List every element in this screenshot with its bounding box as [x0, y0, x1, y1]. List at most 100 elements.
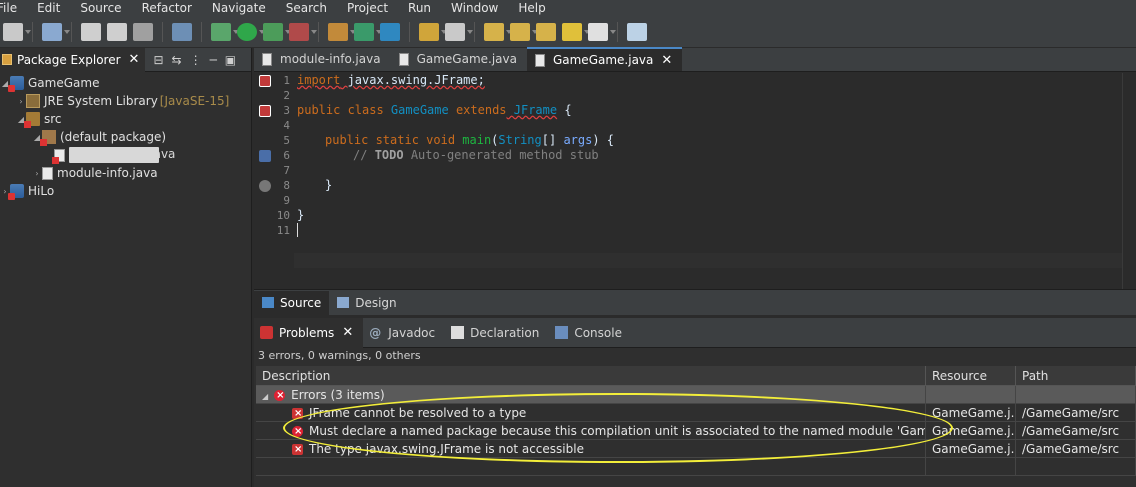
- tree-node-jre[interactable]: › JRE System Library [JavaSE-15]: [0, 92, 251, 110]
- menu-bar: File Edit Source Refactor Navigate Searc…: [0, 0, 1136, 16]
- column-description[interactable]: Description: [256, 366, 926, 385]
- group-cell: ◢ Errors (3 items): [256, 386, 926, 403]
- menu-edit[interactable]: Edit: [27, 0, 70, 16]
- coverage-icon[interactable]: [289, 22, 317, 41]
- description-text: JFrame cannot be resolved to a type: [309, 406, 527, 420]
- error-icon: [292, 441, 303, 457]
- menu-navigate[interactable]: Navigate: [202, 0, 276, 16]
- errors-group-row[interactable]: ◢ Errors (3 items): [256, 386, 1136, 404]
- table-row[interactable]: Must declare a named package because thi…: [256, 422, 1136, 440]
- save-icon[interactable]: [81, 22, 101, 41]
- save-all-icon[interactable]: [107, 22, 127, 41]
- line-number: 10: [276, 209, 290, 222]
- editor-tabbar: module-info.java GameGame.java GameGame.…: [254, 47, 1136, 72]
- table-row[interactable]: JFrame cannot be resolved to a type Game…: [256, 404, 1136, 422]
- menu-project[interactable]: Project: [337, 0, 398, 16]
- cell-path: /GameGame/src: [1016, 422, 1136, 439]
- tab-source[interactable]: Source: [254, 290, 330, 315]
- tree-node-hilo[interactable]: › HiLo: [0, 182, 251, 200]
- editor-tab-gamegame-2[interactable]: GameGame.java ✕: [526, 47, 683, 71]
- description-text: The type javax.swing.JFrame is not acces…: [309, 442, 584, 456]
- source-icon: [262, 297, 274, 308]
- run-icon[interactable]: [237, 22, 265, 41]
- next-annotation-icon[interactable]: [484, 22, 512, 41]
- close-icon[interactable]: ✕: [129, 52, 140, 67]
- menu-source[interactable]: Source: [70, 0, 131, 16]
- menu-file[interactable]: File: [0, 0, 27, 16]
- line-number: 3: [283, 104, 290, 117]
- editor-text-area[interactable]: 1 2 3 4 5 6 7 8 9 10 11 import javax.swi…: [254, 73, 1122, 314]
- open-type-icon[interactable]: [419, 22, 447, 41]
- project-tree: ◢ GameGame › JRE System Library [JavaSE-…: [0, 72, 251, 200]
- tab-design[interactable]: Design: [329, 291, 404, 315]
- cell-description: The type javax.swing.JFrame is not acces…: [256, 440, 926, 457]
- menu-window[interactable]: Window: [441, 0, 508, 16]
- new-project-icon[interactable]: [42, 22, 70, 41]
- tree-node-gamegame-java[interactable]: GameGame.java: [0, 146, 251, 164]
- collapsed-icon[interactable]: ›: [32, 169, 42, 178]
- tab-javadoc-label: Javadoc: [388, 325, 436, 340]
- menu-help[interactable]: Help: [508, 0, 555, 16]
- tab-problems[interactable]: Problems ✕: [254, 317, 364, 348]
- tree-node-default-package[interactable]: ◢ (default package): [0, 128, 251, 146]
- tree-node-gamegame[interactable]: ◢ GameGame: [0, 74, 251, 92]
- collapsed-icon[interactable]: ›: [16, 97, 26, 106]
- column-path[interactable]: Path: [1016, 366, 1136, 385]
- column-resource[interactable]: Resource: [926, 366, 1016, 385]
- error-icon: [292, 423, 303, 439]
- line-number: 5: [283, 134, 290, 147]
- editor-tab-gamegame-1[interactable]: GameGame.java: [391, 47, 527, 71]
- previous-annotation-icon[interactable]: [510, 22, 538, 41]
- link-with-editor-icon[interactable]: ⇆: [172, 53, 182, 67]
- expanded-icon[interactable]: ◢: [262, 392, 268, 401]
- view-menu-icon[interactable]: ⋮: [190, 53, 202, 67]
- package-explorer-tab[interactable]: Package Explorer ✕: [0, 47, 146, 72]
- minimize-icon[interactable]: ─: [210, 53, 217, 67]
- maximize-icon[interactable]: ▣: [225, 53, 236, 67]
- search-icon[interactable]: [445, 22, 473, 41]
- empty-cell: [1016, 458, 1136, 475]
- close-icon[interactable]: ✕: [661, 53, 672, 68]
- tree-node-src[interactable]: ◢ src: [0, 110, 251, 128]
- cell-resource: GameGame.j...: [926, 440, 1016, 457]
- comment: //: [353, 148, 375, 162]
- table-row[interactable]: The type javax.swing.JFrame is not acces…: [256, 440, 1136, 458]
- keyword: public static void: [325, 133, 456, 147]
- toolbar-separator: [201, 21, 202, 42]
- problems-summary: 3 errors, 0 warnings, 0 others: [258, 349, 421, 362]
- new-icon[interactable]: [3, 22, 31, 41]
- close-icon[interactable]: ✕: [342, 325, 353, 340]
- tab-console-label: Console: [574, 325, 622, 340]
- group-cell: [1016, 386, 1136, 403]
- cell-path: /GameGame/src: [1016, 440, 1136, 457]
- collapse-all-icon[interactable]: ⊟: [153, 53, 163, 67]
- new-java-project-icon[interactable]: [328, 22, 356, 41]
- skip-breakpoints-icon[interactable]: [172, 22, 192, 41]
- editor-tab-module-info[interactable]: module-info.java: [254, 47, 391, 71]
- new-class-icon[interactable]: [380, 22, 400, 41]
- toolbar-separator: [474, 21, 475, 42]
- problems-table: Description Resource Path ◢ Errors (3 ite…: [256, 366, 1136, 476]
- tab-javadoc[interactable]: @ Javadoc: [363, 318, 445, 348]
- cell-resource: GameGame.j...: [926, 422, 1016, 439]
- line-number: 11: [276, 224, 290, 237]
- last-edit-icon[interactable]: [536, 22, 556, 41]
- back-icon[interactable]: [562, 22, 590, 41]
- print-icon[interactable]: [133, 22, 153, 41]
- vertical-scrollbar[interactable]: [1122, 73, 1136, 289]
- tab-declaration[interactable]: Declaration: [445, 318, 549, 348]
- new-package-icon[interactable]: [354, 22, 382, 41]
- empty-cell: [256, 458, 926, 475]
- tab-console[interactable]: Console: [549, 318, 632, 348]
- menu-refactor[interactable]: Refactor: [132, 0, 202, 16]
- toolbar-separator: [318, 21, 319, 42]
- tree-node-module-info[interactable]: › module-info.java: [0, 164, 251, 182]
- menu-search[interactable]: Search: [276, 0, 337, 16]
- error-icon: [274, 387, 286, 403]
- forward-icon[interactable]: [588, 22, 616, 41]
- menu-run[interactable]: Run: [398, 0, 441, 16]
- group-label: Errors (3 items): [291, 388, 385, 402]
- pin-editor-icon[interactable]: [627, 22, 647, 41]
- debug-icon[interactable]: [211, 22, 239, 41]
- run-external-icon[interactable]: [263, 22, 291, 41]
